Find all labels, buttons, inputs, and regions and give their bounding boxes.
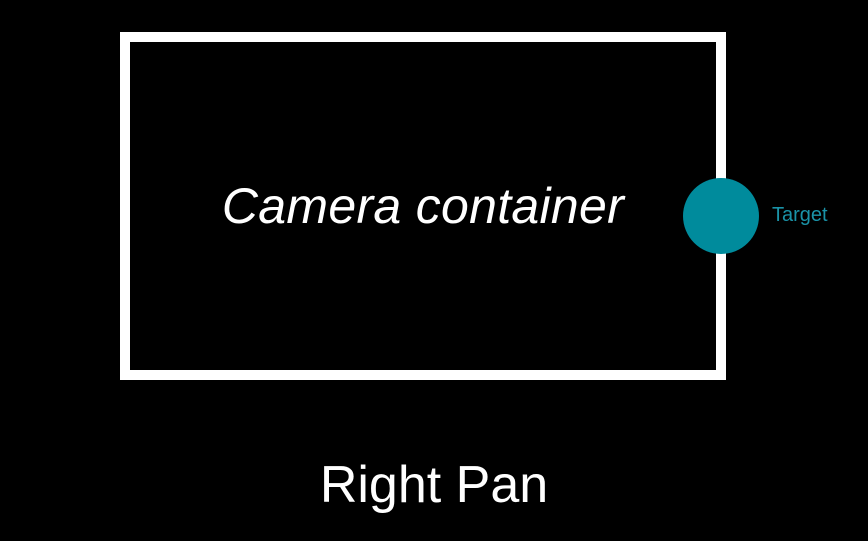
pan-direction-caption: Right Pan	[319, 456, 549, 514]
target-label: Target	[772, 204, 828, 226]
camera-container: Camera container	[120, 32, 726, 380]
camera-container-label: Camera container	[221, 178, 625, 234]
target-dot	[683, 178, 759, 254]
